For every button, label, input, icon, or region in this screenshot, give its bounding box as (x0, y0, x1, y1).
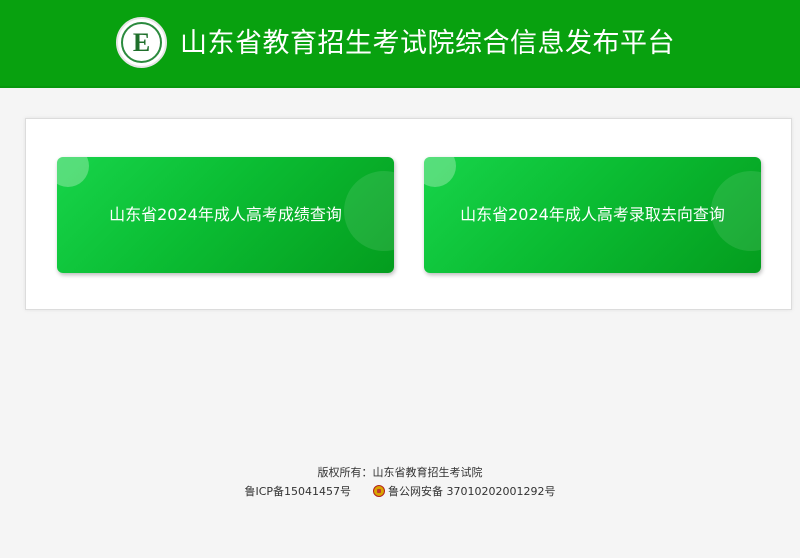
record-line: 鲁ICP备15041457号 鲁公网安备 37010202001292号 (0, 483, 800, 499)
site-footer: 版权所有：山东省教育招生考试院 鲁ICP备15041457号 鲁公网安备 370… (0, 462, 800, 502)
police-record-link[interactable]: 鲁公网安备 37010202001292号 (388, 483, 555, 499)
score-query-label: 山东省2024年成人高考成绩查询 (109, 205, 342, 224)
query-panel: 山东省2024年成人高考成绩查询 山东省2024年成人高考录取去向查询 (25, 118, 792, 310)
copyright-text: 版权所有：山东省教育招生考试院 (317, 466, 483, 479)
logo-letter: E (132, 28, 151, 57)
score-query-button[interactable]: 山东省2024年成人高考成绩查询 (57, 157, 394, 273)
site-title: 山东省教育招生考试院综合信息发布平台 (180, 28, 675, 59)
admission-query-label: 山东省2024年成人高考录取去向查询 (460, 205, 725, 224)
icp-link[interactable]: 鲁ICP备15041457号 (244, 483, 351, 499)
police-badge-icon (372, 485, 385, 497)
admission-query-button[interactable]: 山东省2024年成人高考录取去向查询 (424, 157, 761, 273)
exam-institute-logo-icon: E (116, 17, 167, 68)
site-header: E 山东省教育招生考试院综合信息发布平台 (0, 0, 800, 88)
